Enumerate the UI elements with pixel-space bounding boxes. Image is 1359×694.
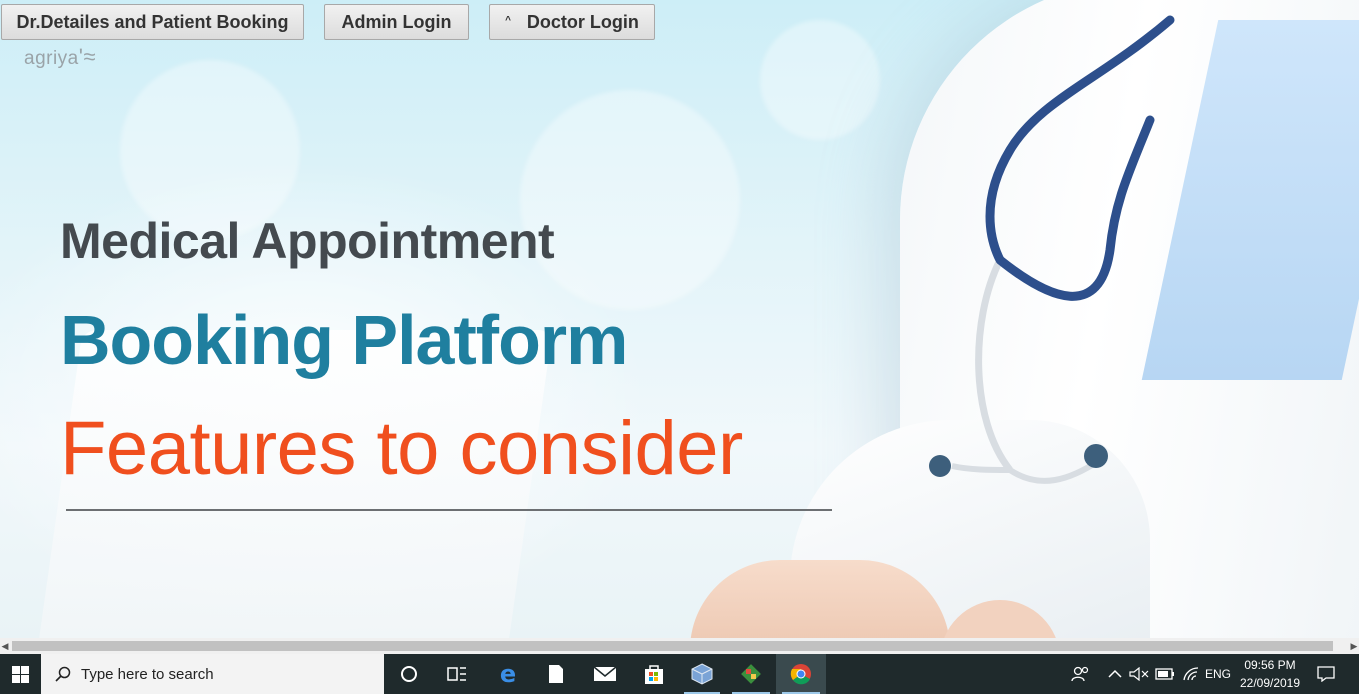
volume-muted-icon[interactable]: [1126, 654, 1152, 694]
scroll-left-icon[interactable]: ◀: [0, 638, 10, 654]
taskbar-search-box[interactable]: Type here to search: [41, 654, 384, 694]
wifi-icon[interactable]: [1178, 654, 1204, 694]
virtualbox-icon[interactable]: [678, 654, 726, 694]
admin-login-label: Admin Login: [341, 11, 452, 32]
windows-start-icon[interactable]: [0, 654, 40, 694]
mail-icon[interactable]: [580, 654, 630, 694]
edge-icon[interactable]: e: [484, 654, 532, 694]
battery-icon[interactable]: [1152, 654, 1178, 694]
bokeh: [760, 20, 880, 140]
clock-time: 09:56 PM: [1244, 658, 1296, 672]
logo-text: agriya: [24, 48, 79, 69]
taskbar-clock[interactable]: 09:56 PM 22/09/2019: [1230, 656, 1310, 692]
horizontal-scrollbar[interactable]: ◀ ▶: [0, 638, 1359, 654]
patient-booking-button[interactable]: Dr.Detailes and Patient Booking: [1, 4, 304, 40]
scroll-right-icon[interactable]: ▶: [1349, 638, 1359, 654]
scroll-thumb[interactable]: [12, 641, 1333, 651]
cortana-icon[interactable]: [386, 654, 432, 694]
clock-date: 22/09/2019: [1239, 676, 1301, 690]
store-icon[interactable]: [630, 654, 678, 694]
search-placeholder: Type here to search: [81, 665, 214, 683]
people-icon[interactable]: [1066, 654, 1094, 694]
search-icon: [55, 666, 71, 682]
bokeh: [520, 90, 740, 310]
chrome-icon[interactable]: [776, 654, 826, 694]
doctor-login-button[interactable]: ^ Doctor Login: [489, 4, 655, 40]
file-explorer-icon[interactable]: [532, 654, 580, 694]
headline-line-3: Features to consider: [60, 406, 743, 491]
caret-up-icon: ^: [505, 14, 511, 26]
patient-booking-label: Dr.Detailes and Patient Booking: [16, 11, 289, 32]
taskbar: Type here to search e ENG 09:56 PM 22/09…: [0, 654, 1359, 694]
hero-banner: agriyaʹ≈ Medical Appointment Booking Pla…: [0, 0, 1359, 638]
doctor-login-label: Doctor Login: [526, 11, 639, 32]
language-indicator[interactable]: ENG: [1204, 654, 1232, 694]
agriya-logo: agriyaʹ≈: [24, 44, 97, 69]
notification-icon[interactable]: [1312, 654, 1340, 694]
headline-line-2: Booking Platform: [60, 301, 628, 379]
divider: [66, 509, 832, 511]
admin-login-button[interactable]: Admin Login: [324, 4, 469, 40]
task-view-icon[interactable]: [434, 654, 480, 694]
headline-line-1: Medical Appointment: [60, 213, 555, 269]
stethoscope-icon: [929, 15, 1175, 484]
git-icon[interactable]: [726, 654, 776, 694]
show-hidden-icon[interactable]: [1104, 654, 1126, 694]
